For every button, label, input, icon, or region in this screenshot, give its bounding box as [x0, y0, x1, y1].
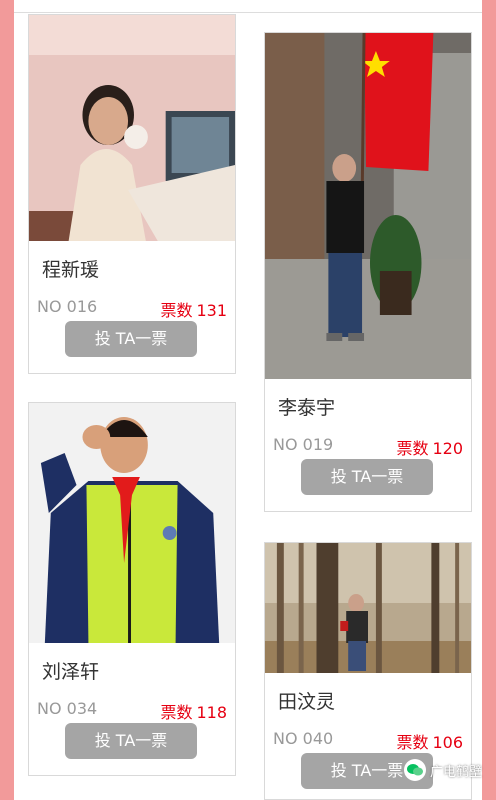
contestant-name: 刘泽轩: [42, 661, 100, 683]
contestant-number: NO 034: [37, 699, 98, 718]
contestant-card-2[interactable]: 李泰宇 NO 019 票数 120 投 TA一票: [264, 32, 472, 512]
contestant-photo[interactable]: [265, 33, 471, 379]
vote-count-label: 票数: [160, 301, 193, 320]
contestant-card-1[interactable]: 程新瑗 NO 016 票数 131 投 TA一票: [28, 14, 236, 374]
contestant-number: NO 016: [37, 297, 98, 316]
vote-button[interactable]: 投 TA一票: [65, 321, 197, 357]
vote-count-label: 票数: [396, 733, 429, 752]
vote-count: 票数 120: [396, 435, 463, 459]
vote-count-value: 118: [196, 703, 227, 722]
contestant-card-3[interactable]: 刘泽轩 NO 034 票数 118 投 TA一票: [28, 402, 236, 776]
watermark-text: 广电鹤壁: [429, 764, 482, 780]
vote-count-value: 106: [432, 733, 463, 752]
contestant-name: 李泰宇: [278, 397, 336, 419]
contestant-number: NO 019: [273, 435, 334, 454]
vote-count: 票数 131: [160, 297, 227, 321]
contestant-photo[interactable]: [29, 15, 235, 241]
vote-count-label: 票数: [160, 703, 193, 722]
vote-count: 票数 118: [160, 699, 227, 723]
vote-button[interactable]: 投 TA一票: [65, 723, 197, 759]
vote-count-label: 票数: [396, 439, 429, 458]
vote-count-value: 120: [432, 439, 463, 458]
top-divider: [14, 12, 482, 13]
contestant-number: NO 040: [273, 729, 334, 748]
contestant-name: 程新瑗: [42, 259, 100, 281]
left-border-stripe: [0, 0, 14, 800]
contestant-name: 田汶灵: [278, 691, 336, 713]
right-border-stripe: [482, 0, 496, 800]
vote-count: 票数 106: [396, 729, 463, 753]
vote-count-value: 131: [196, 301, 227, 320]
contestant-photo[interactable]: [265, 543, 471, 673]
contestant-photo[interactable]: [29, 403, 235, 643]
wechat-logo-icon: [403, 759, 426, 781]
vote-button[interactable]: 投 TA一票: [301, 459, 433, 495]
wechat-watermark: 广电鹤壁: [403, 756, 482, 784]
